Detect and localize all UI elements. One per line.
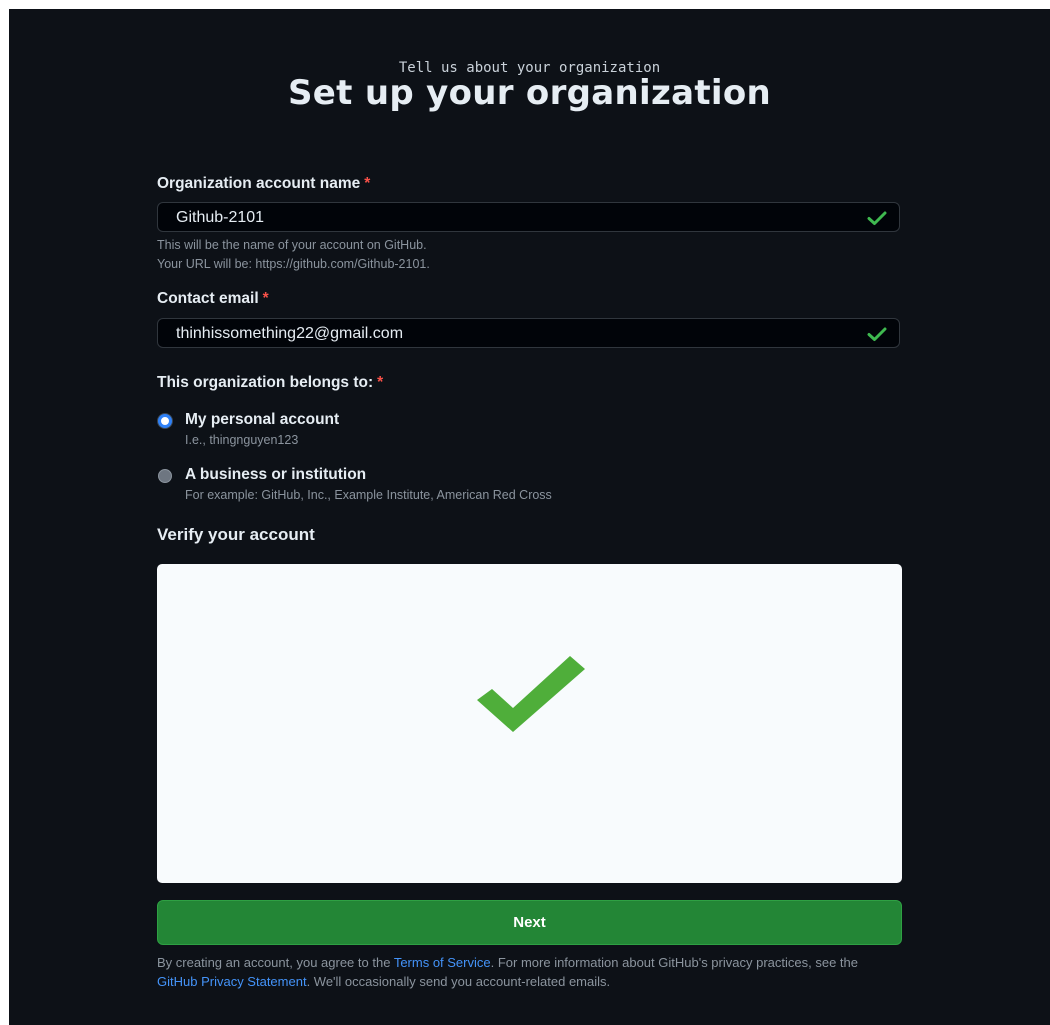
org-name-input[interactable]: Github-2101 [157,202,900,232]
legal-text-part2: . For more information about GitHub's pr… [490,955,858,970]
check-icon [867,211,887,225]
contact-email-value: thinhissomething22@gmail.com [176,325,404,342]
org-name-label-text: Organization account name [157,175,361,192]
org-name-value: Github-2101 [176,209,265,226]
org-name-hint-line1: This will be the name of your account on… [157,238,427,252]
radio-personal-account-hint: I.e., thingnguyen123 [185,433,299,447]
large-check-icon [477,656,585,732]
required-mark: * [262,290,269,307]
verification-panel[interactable] [157,564,902,883]
next-button[interactable]: Next [157,900,902,945]
privacy-statement-link[interactable]: GitHub Privacy Statement [157,974,307,989]
belongs-to-label-text: This organization belongs to: [157,374,374,391]
verify-account-label: Verify your account [157,525,315,544]
radio-business-institution-label[interactable]: A business or institution [185,466,366,484]
org-name-label: Organization account name * [157,175,370,193]
required-mark: * [377,374,384,391]
contact-email-label: Contact email * [157,290,269,308]
belongs-to-label: This organization belongs to: * [157,374,383,392]
required-mark: * [364,175,371,192]
legal-text-part1: By creating an account, you agree to the [157,955,394,970]
page-title: Set up your organization [287,73,772,113]
check-icon [867,327,887,341]
terms-of-service-link[interactable]: Terms of Service [394,955,491,970]
legal-notice: By creating an account, you agree to the… [157,953,877,991]
org-name-hint: This will be the name of your account on… [157,236,430,274]
legal-text-part3: . We'll occasionally send you account-re… [306,974,611,989]
radio-personal-account-label[interactable]: My personal account [185,411,339,429]
page-frame: Tell us about your organization Set up y… [9,9,1050,1025]
contact-email-input[interactable]: thinhissomething22@gmail.com [157,318,900,348]
org-name-url-hint: Your URL will be: https://github.com/Git… [157,257,430,271]
radio-personal-account[interactable] [158,414,172,428]
radio-business-institution-hint: For example: GitHub, Inc., Example Insti… [185,488,552,502]
contact-email-label-text: Contact email [157,290,259,307]
radio-business-institution[interactable] [158,469,172,483]
